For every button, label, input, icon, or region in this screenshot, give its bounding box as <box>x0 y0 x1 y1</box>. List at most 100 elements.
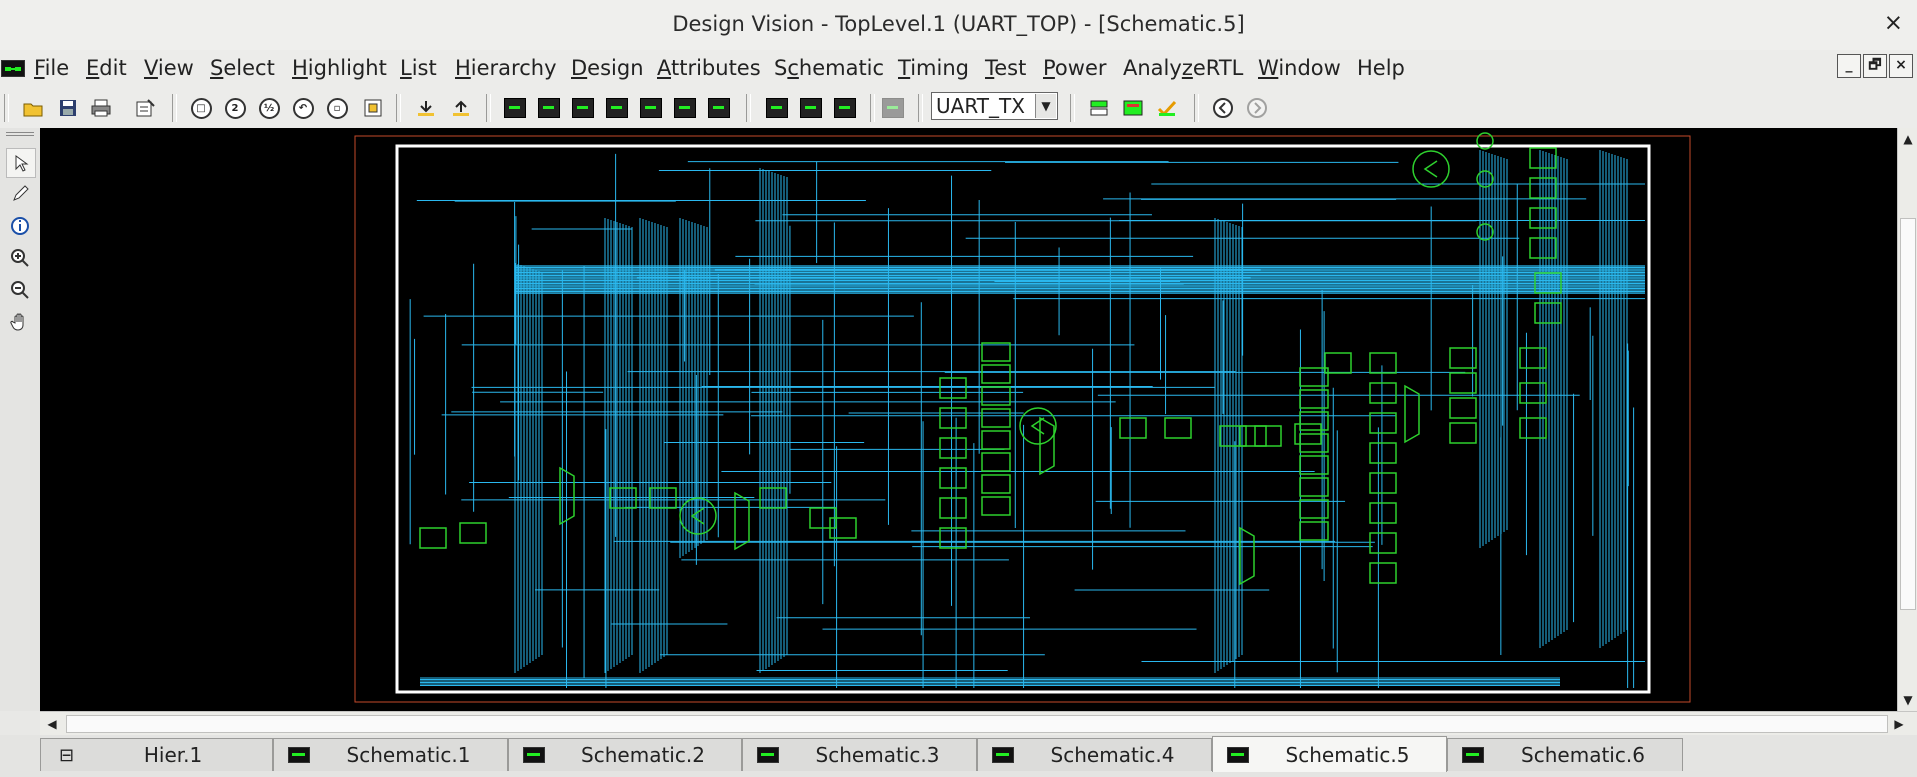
logic-cell[interactable] <box>1164 417 1192 439</box>
tab-schematic-3[interactable]: Schematic.3 <box>742 738 977 771</box>
tab-schematic-6[interactable]: Schematic.6 <box>1447 738 1683 771</box>
push-down-icon[interactable] <box>413 95 439 121</box>
comparator-symbol[interactable] <box>1030 417 1045 435</box>
logic-cell[interactable] <box>759 487 787 509</box>
menu-item[interactable]: Test <box>985 56 1026 80</box>
library-icon[interactable] <box>1120 95 1146 121</box>
schematic-path-icon[interactable] <box>638 95 664 121</box>
tab-schematic-4[interactable]: Schematic.4 <box>977 738 1212 771</box>
minimize-icon[interactable]: _ <box>1837 54 1861 78</box>
logic-cell[interactable] <box>939 377 967 399</box>
register-cell[interactable] <box>981 496 1011 516</box>
menu-item[interactable]: Attributes <box>657 56 761 80</box>
schematic-canvas[interactable] <box>40 128 1897 711</box>
schematic-down-icon[interactable] <box>672 95 698 121</box>
scroll-down-icon[interactable]: ▼ <box>1898 691 1917 709</box>
logic-cell[interactable] <box>1369 382 1397 404</box>
zoom-selection-icon[interactable]: ▫ <box>324 95 350 121</box>
logic-cell[interactable] <box>939 407 967 429</box>
histogram-icon[interactable] <box>764 95 790 121</box>
select-arrow-icon[interactable] <box>6 148 36 178</box>
menu-item[interactable]: Edit <box>86 56 127 80</box>
tab-schematic-5[interactable]: Schematic.5 <box>1212 736 1447 772</box>
logic-cell[interactable] <box>939 437 967 459</box>
logic-cell[interactable] <box>1369 562 1397 584</box>
tab-schematic-2[interactable]: Schematic.2 <box>508 738 742 771</box>
logic-cell[interactable] <box>1449 397 1477 419</box>
mux-cell[interactable] <box>1039 416 1055 476</box>
horizontal-scrollbar[interactable]: ◀ ▶ <box>40 711 1917 736</box>
new-schematic-icon[interactable] <box>502 95 528 121</box>
save-icon[interactable] <box>55 95 81 121</box>
comparator-cell[interactable] <box>1412 150 1450 188</box>
pencil-icon[interactable] <box>6 180 34 208</box>
schematic-cell-icon[interactable] <box>536 95 562 121</box>
menu-item[interactable]: File <box>34 56 69 80</box>
mux-cell[interactable] <box>1404 384 1420 444</box>
horizontal-scroll-thumb[interactable] <box>66 715 1888 733</box>
menu-item[interactable]: Design <box>571 56 644 80</box>
logic-cell[interactable] <box>1519 417 1547 439</box>
logic-cell[interactable] <box>1254 425 1282 447</box>
zoom-fit-icon[interactable]: □ <box>188 95 214 121</box>
close-window-button[interactable]: × <box>1884 10 1903 36</box>
mux-cell[interactable] <box>734 491 750 551</box>
scroll-right-icon[interactable]: ▶ <box>1889 714 1909 734</box>
waveform-icon[interactable] <box>832 95 858 121</box>
menu-item[interactable]: AnalyzeRTL <box>1123 56 1243 80</box>
comparator-symbol[interactable] <box>1423 160 1438 178</box>
scroll-left-icon[interactable]: ◀ <box>42 714 62 734</box>
design-select[interactable]: UART_TX ▼ <box>931 92 1058 120</box>
menu-item[interactable]: Power <box>1043 56 1107 80</box>
menu-item[interactable]: Help <box>1357 56 1405 80</box>
logic-cell[interactable] <box>1369 532 1397 554</box>
menu-item[interactable]: Select <box>210 56 275 80</box>
logic-cell[interactable] <box>939 497 967 519</box>
palette-grip[interactable] <box>6 132 34 136</box>
logic-cell[interactable] <box>1449 372 1477 394</box>
vertical-scroll-thumb[interactable] <box>1900 218 1916 610</box>
properties-icon[interactable] <box>132 95 158 121</box>
zoom-half-icon[interactable]: ½ <box>256 95 282 121</box>
back-icon[interactable] <box>1210 95 1236 121</box>
logic-cell[interactable] <box>649 487 677 509</box>
pan-hand-icon[interactable] <box>6 308 34 336</box>
adder-cell[interactable] <box>1476 223 1494 241</box>
print-icon[interactable] <box>88 95 114 121</box>
register-cell[interactable] <box>981 408 1011 428</box>
tab-hier-1[interactable]: ⊟ Hier.1 <box>40 738 273 771</box>
zoom-2x-icon[interactable]: 2 <box>222 95 248 121</box>
logic-cell[interactable] <box>419 527 447 549</box>
info-icon[interactable] <box>6 212 34 240</box>
logic-cell[interactable] <box>1369 502 1397 524</box>
logic-cell[interactable] <box>1534 302 1562 324</box>
restore-icon[interactable]: 🗗 <box>1863 54 1887 78</box>
logic-cell[interactable] <box>1449 347 1477 369</box>
register-cell[interactable] <box>981 452 1011 472</box>
logic-cell[interactable] <box>1239 425 1267 447</box>
open-folder-icon[interactable] <box>20 95 46 121</box>
logic-cell[interactable] <box>1369 442 1397 464</box>
scroll-up-icon[interactable]: ▲ <box>1898 130 1917 148</box>
menu-item[interactable]: Highlight <box>292 56 387 80</box>
register-cell[interactable] <box>981 342 1011 362</box>
menu-item[interactable]: Schematic <box>774 56 884 80</box>
logic-cell[interactable] <box>1449 422 1477 444</box>
register-cell[interactable] <box>981 364 1011 384</box>
menu-item[interactable]: Window <box>1258 56 1341 80</box>
schematic-fanin-icon[interactable] <box>570 95 596 121</box>
fit-select-icon[interactable] <box>360 95 386 121</box>
layout-icon[interactable] <box>1086 95 1112 121</box>
logic-cell[interactable] <box>1324 352 1352 374</box>
register-cell[interactable] <box>981 430 1011 450</box>
zoom-in-icon[interactable] <box>6 244 34 272</box>
timing-report-icon[interactable] <box>798 95 824 121</box>
chevron-down-icon[interactable]: ▼ <box>1035 94 1056 118</box>
logic-cell[interactable] <box>1519 382 1547 404</box>
comparator-cell[interactable] <box>1019 407 1057 445</box>
menu-item[interactable]: View <box>144 56 194 80</box>
logic-cell[interactable] <box>1369 472 1397 494</box>
logic-cell[interactable] <box>939 467 967 489</box>
zoom-out-icon[interactable] <box>6 276 34 304</box>
schematic-fanout-icon[interactable] <box>604 95 630 121</box>
